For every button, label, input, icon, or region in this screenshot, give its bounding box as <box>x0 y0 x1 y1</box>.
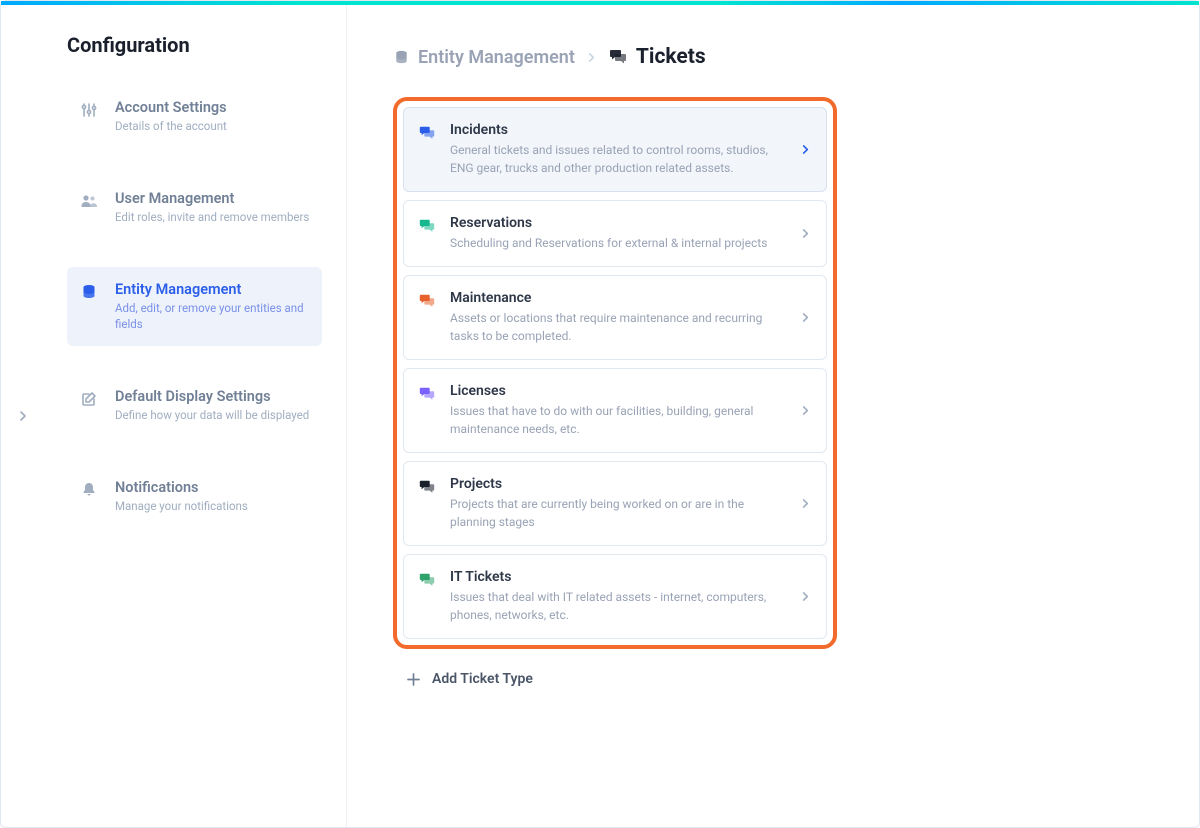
database-icon <box>79 281 99 332</box>
ticket-type-title: Incidents <box>450 122 787 138</box>
sidebar-item-default-display-settings[interactable]: Default Display Settings Define how your… <box>67 374 322 437</box>
users-icon <box>79 190 99 225</box>
breadcrumb-parent[interactable]: Entity Management <box>393 47 575 68</box>
chat-bubbles-icon <box>608 47 628 67</box>
sidebar-title: Configuration <box>67 33 322 57</box>
sidebar-item-label: Entity Management <box>115 281 310 298</box>
ticket-type-card[interactable]: IT Tickets Issues that deal with IT relat… <box>403 554 827 639</box>
sidebar-collapse-rail <box>1 5 45 827</box>
breadcrumb-current-label: Tickets <box>636 45 706 69</box>
chat-bubbles-icon <box>418 215 436 235</box>
chevron-right-icon <box>801 406 810 415</box>
ticket-type-desc: Issues that have to do with our faciliti… <box>450 402 787 438</box>
ticket-type-desc: Projects that are currently being worked… <box>450 495 787 531</box>
chat-bubbles-icon <box>418 383 436 403</box>
ticket-type-title: Projects <box>450 476 787 492</box>
sliders-icon <box>79 99 99 134</box>
sidebar-item-account-settings[interactable]: Account Settings Details of the account <box>67 85 322 148</box>
ticket-type-desc: Scheduling and Reservations for external… <box>450 234 787 252</box>
database-icon <box>393 49 410 66</box>
chat-bubbles-icon <box>418 122 436 142</box>
chat-bubbles-icon <box>418 476 436 496</box>
ticket-type-card[interactable]: Incidents General tickets and issues rela… <box>403 107 827 192</box>
ticket-type-title: Maintenance <box>450 290 787 306</box>
main-content: Entity Management Tickets Incidents Gener… <box>347 5 1199 827</box>
sidebar-item-label: User Management <box>115 190 310 207</box>
chevron-right-icon <box>587 53 596 62</box>
ticket-type-desc: General tickets and issues related to co… <box>450 141 787 177</box>
plus-icon <box>407 673 420 686</box>
sidebar-item-notifications[interactable]: Notifications Manage your notifications <box>67 465 322 528</box>
bell-icon <box>79 479 99 514</box>
ticket-type-list: Incidents General tickets and issues rela… <box>403 107 827 639</box>
expand-chevron-icon[interactable] <box>18 411 28 421</box>
chat-bubbles-icon <box>418 569 436 589</box>
ticket-type-card[interactable]: Licenses Issues that have to do with our … <box>403 368 827 453</box>
ticket-type-card[interactable]: Maintenance Assets or locations that requ… <box>403 275 827 360</box>
add-ticket-type-label: Add Ticket Type <box>432 671 533 687</box>
ticket-type-title: Licenses <box>450 383 787 399</box>
breadcrumb-current: Tickets <box>608 45 706 69</box>
add-ticket-type-button[interactable]: Add Ticket Type <box>393 671 837 687</box>
ticket-type-desc: Issues that deal with IT related assets … <box>450 588 787 624</box>
chevron-right-icon <box>801 313 810 322</box>
ticket-type-title: IT Tickets <box>450 569 787 585</box>
sidebar-item-sub: Define how your data will be displayed <box>115 407 310 423</box>
sidebar-item-label: Account Settings <box>115 99 310 116</box>
breadcrumb: Entity Management Tickets <box>393 45 1153 69</box>
sidebar-item-sub: Edit roles, invite and remove members <box>115 209 310 225</box>
sidebar-item-entity-management[interactable]: Entity Management Add, edit, or remove y… <box>67 267 322 346</box>
sidebar-item-sub: Manage your notifications <box>115 498 310 514</box>
chevron-right-icon <box>801 499 810 508</box>
sidebar-item-label: Notifications <box>115 479 310 496</box>
breadcrumb-parent-label: Entity Management <box>418 47 575 68</box>
sidebar-item-sub: Details of the account <box>115 118 310 134</box>
chevron-right-icon <box>801 592 810 601</box>
highlight-annotation: Incidents General tickets and issues rela… <box>393 97 837 649</box>
chat-bubbles-icon <box>418 290 436 310</box>
sidebar-item-sub: Add, edit, or remove your entities and f… <box>115 300 310 332</box>
chevron-right-icon <box>801 145 810 154</box>
sidebar-item-label: Default Display Settings <box>115 388 310 405</box>
ticket-type-title: Reservations <box>450 215 787 231</box>
ticket-type-card[interactable]: Projects Projects that are currently bein… <box>403 461 827 546</box>
edit-square-icon <box>79 388 99 423</box>
ticket-type-desc: Assets or locations that require mainten… <box>450 309 787 345</box>
ticket-type-card[interactable]: Reservations Scheduling and Reservations … <box>403 200 827 267</box>
sidebar-item-user-management[interactable]: User Management Edit roles, invite and r… <box>67 176 322 239</box>
chevron-right-icon <box>801 229 810 238</box>
sidebar: Configuration Account Settings Details o… <box>45 5 347 827</box>
